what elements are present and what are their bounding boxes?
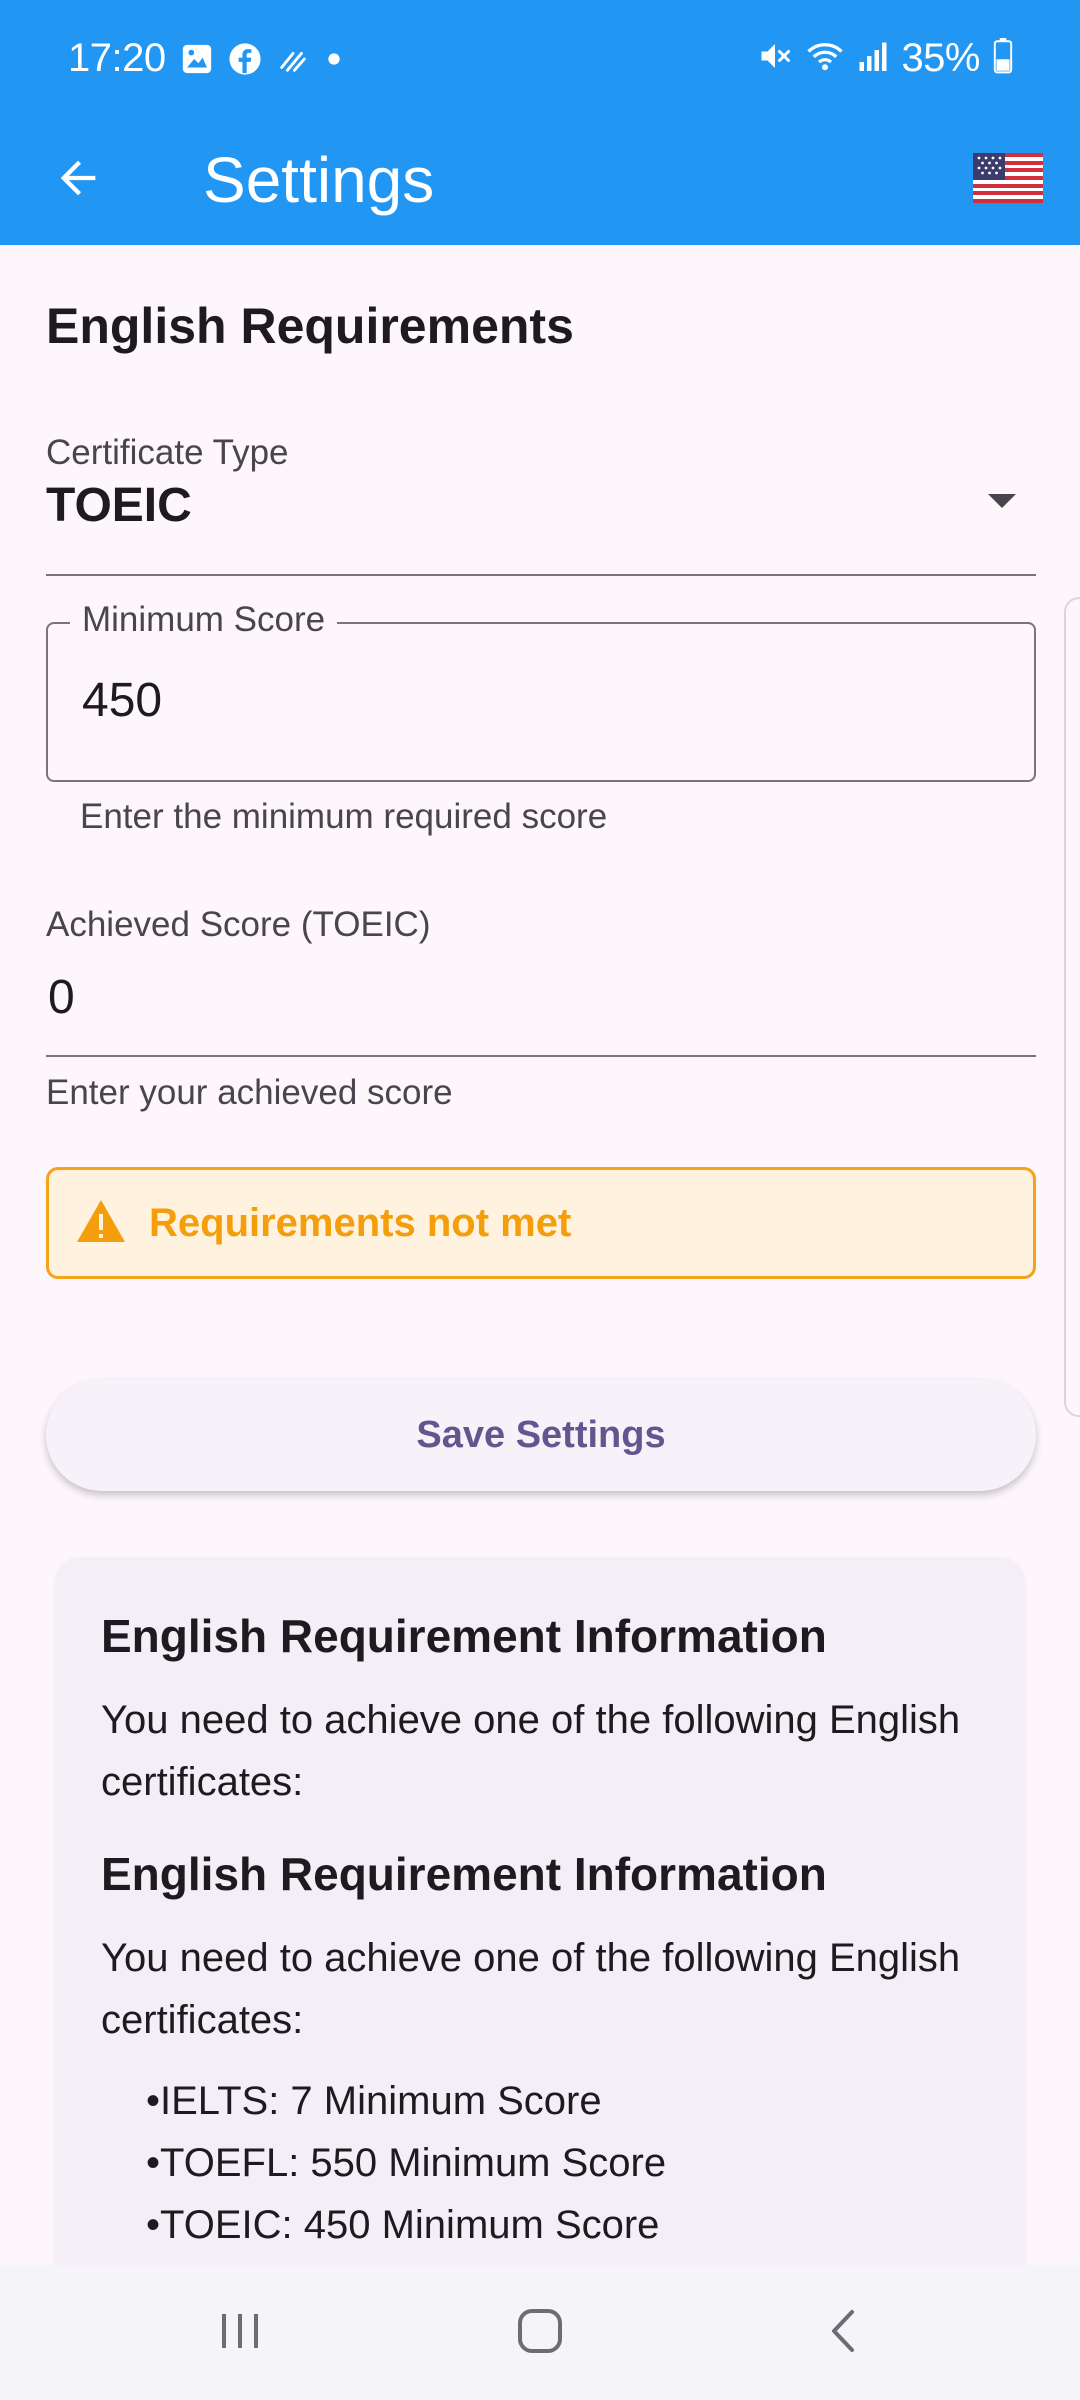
status-time: 17:20 (68, 36, 166, 80)
certificate-list-item: TOEFL: 550 Minimum Score (101, 2132, 666, 2194)
home-button[interactable] (490, 2293, 590, 2373)
minimum-score-input[interactable] (80, 672, 980, 729)
mute-icon (757, 38, 793, 79)
warning-icon (75, 1198, 127, 1249)
certificate-list-item: IELTS: 7 Minimum Score (101, 2070, 666, 2132)
nav-back-icon (820, 2306, 870, 2361)
status-right-icons: 35% (757, 36, 1014, 81)
wifi-icon (805, 38, 845, 79)
side-scroll-handle[interactable] (1064, 597, 1080, 1417)
achieved-score-helper: Enter your achieved score (46, 1073, 453, 1112)
achieved-score-label: Achieved Score (TOEIC) (46, 905, 431, 944)
dot-icon (324, 42, 344, 81)
achieved-score-input[interactable] (46, 969, 946, 1026)
system-nav-bar (0, 2265, 1080, 2400)
home-icon (515, 2306, 565, 2361)
save-settings-label: Save Settings (416, 1413, 666, 1456)
page-title: Settings (203, 144, 435, 216)
status-bar: 17:20 35% (0, 0, 1080, 120)
minimum-score-helper: Enter the minimum required score (80, 797, 608, 836)
achieved-score-underline (46, 1055, 1036, 1057)
info-card-body: You need to achieve one of the following… (101, 1698, 961, 1804)
achieved-score-field[interactable]: Achieved Score (TOEIC) (46, 905, 1036, 1057)
minimum-score-field[interactable]: Minimum Score (46, 600, 1036, 782)
us-flag-icon (973, 152, 1043, 208)
certificate-list: IELTS: 7 Minimum Score TOEFL: 550 Minimu… (101, 2070, 666, 2256)
english-requirement-info-card: English Requirement Information You need… (56, 1557, 1024, 2265)
language-flag-button[interactable] (966, 138, 1050, 222)
signal-icon (857, 38, 889, 79)
app-bar: 17:20 35% Settings (0, 0, 1080, 245)
battery-percent: 35% (901, 36, 980, 80)
status-left-icons (180, 42, 344, 81)
dropdown-underline (46, 574, 1036, 576)
data-sync-icon (276, 42, 310, 81)
minimum-score-label: Minimum Score (70, 600, 338, 640)
settings-content: English Requirements Certificate Type TO… (0, 245, 1080, 2265)
arrow-back-icon (52, 152, 104, 209)
warning-text: Requirements not met (149, 1200, 572, 1245)
certificate-type-dropdown[interactable]: TOEIC (46, 428, 1036, 576)
recents-button[interactable] (190, 2293, 290, 2373)
recents-icon (215, 2306, 265, 2361)
dropdown-arrow-icon (988, 494, 1016, 508)
nav-back-button[interactable] (795, 2293, 895, 2373)
info-card-title: English Requirement Information (101, 1610, 827, 1662)
requirements-warning: Requirements not met (46, 1167, 1036, 1279)
battery-icon (992, 38, 1014, 79)
certificate-list-item: TOEIC: 450 Minimum Score (101, 2194, 666, 2256)
certificate-type-value: TOEIC (46, 479, 192, 532)
info-card-body: You need to achieve one of the following… (101, 1936, 961, 2042)
section-title: English Requirements (46, 298, 574, 354)
info-card-title: English Requirement Information (101, 1848, 827, 1900)
facebook-icon (228, 42, 262, 81)
toolbar: Settings (0, 120, 1080, 245)
save-settings-button[interactable]: Save Settings (46, 1379, 1036, 1491)
gallery-icon (180, 42, 214, 81)
back-button[interactable] (36, 138, 120, 222)
